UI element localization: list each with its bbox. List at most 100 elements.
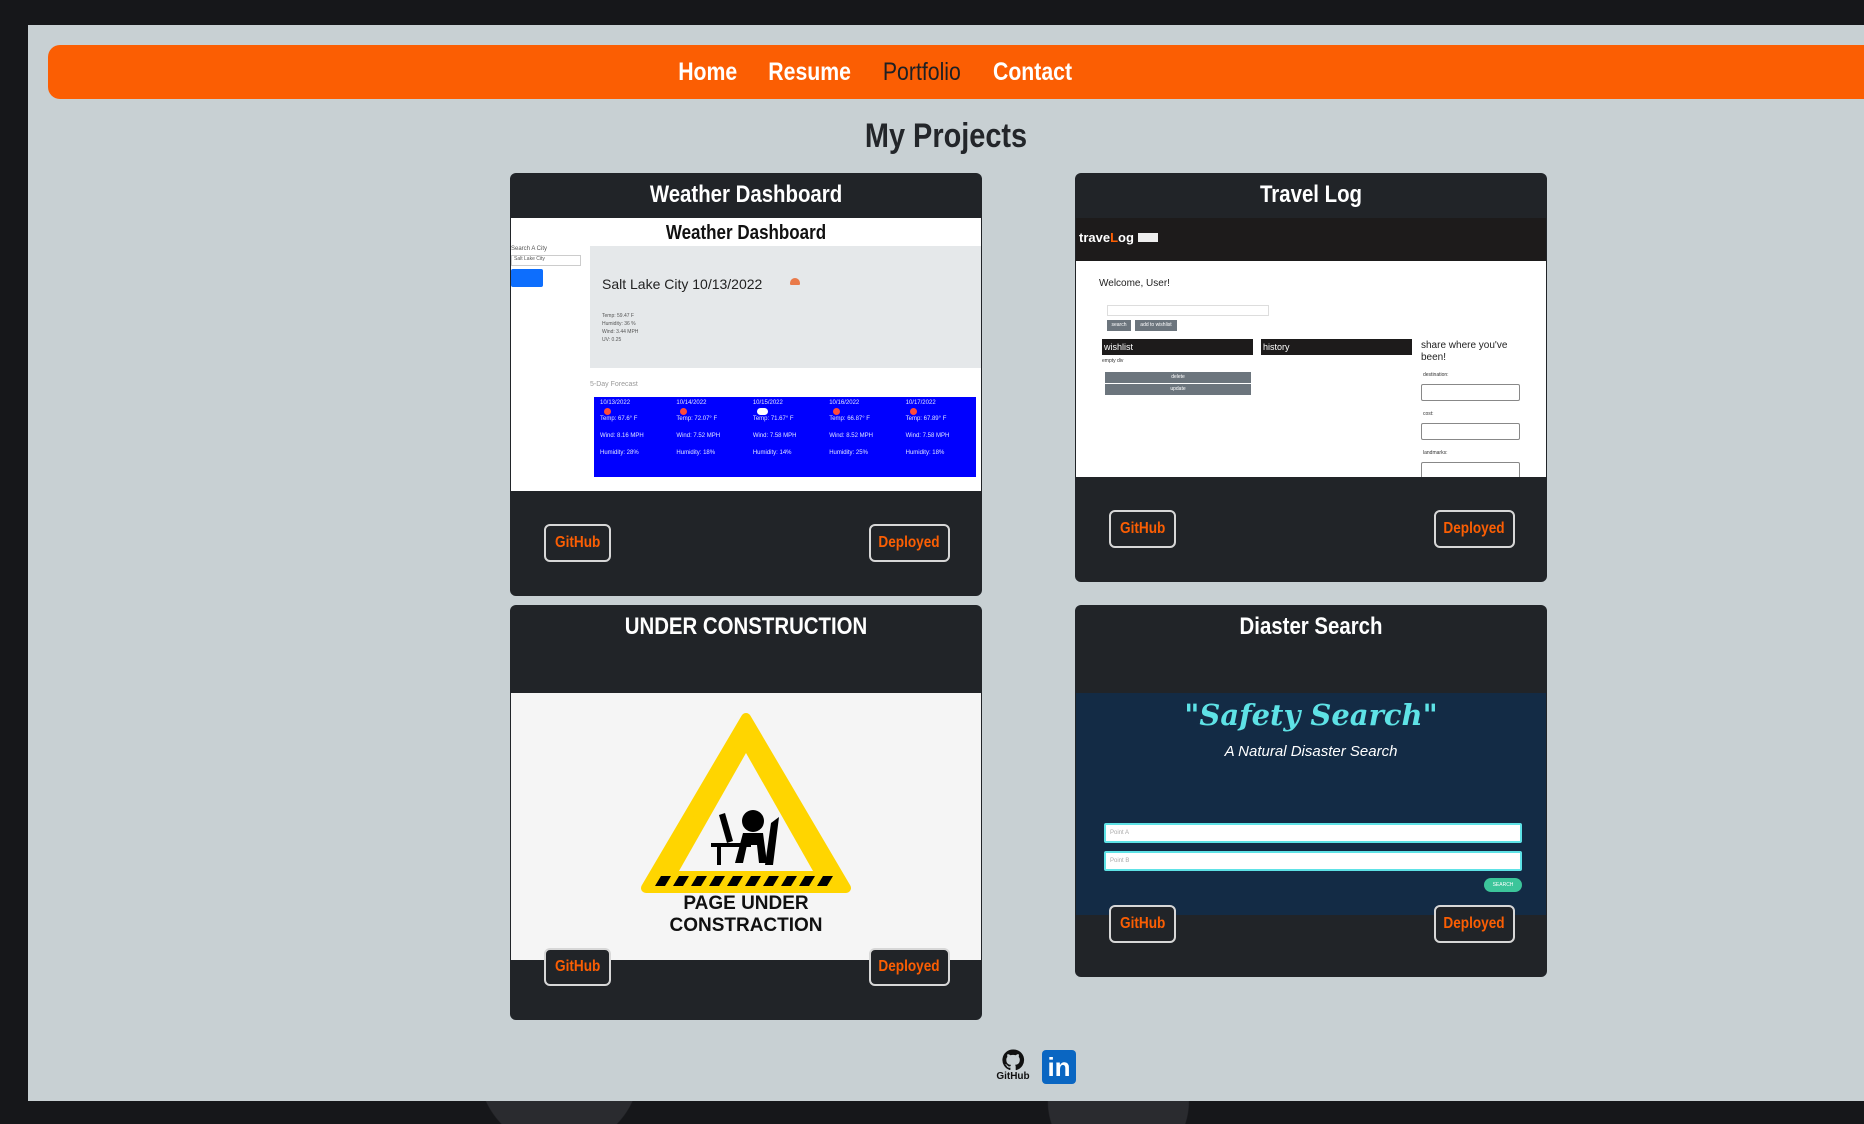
forecast-date: 10/15/2022 [752, 400, 783, 406]
preview-detail: Temp: 59.47 F [602, 313, 634, 319]
navbar: Home Resume Portfolio Contact [48, 45, 1864, 99]
page-title: My Projects [864, 117, 1028, 155]
forecast-temp: Temp: 67.6° F [600, 416, 638, 422]
preview-navbar: traveLog [1076, 218, 1546, 261]
deployed-button[interactable]: Deployed [1434, 905, 1515, 943]
preview-wishlist-button: add to wishlist [1135, 320, 1177, 331]
deployed-button[interactable]: Deployed [1434, 510, 1515, 548]
github-button-label: GitHub [554, 958, 601, 975]
forecast-day: 10/17/2022 Temp: 67.89° F Wind: 7.58 MPH… [900, 397, 976, 477]
preview-point-a-input: Point A [1104, 823, 1522, 843]
github-button[interactable]: GitHub [544, 948, 611, 986]
forecast-temp: Temp: 66.87° F [829, 416, 870, 422]
forecast-humidity: Humidity: 18% [676, 450, 716, 456]
preview-search-button [511, 269, 543, 287]
forecast-day: 10/15/2022 Temp: 71.67° F Wind: 7.58 MPH… [747, 397, 823, 477]
github-button-label: GitHub [554, 534, 601, 551]
forecast-temp: Temp: 71.67° F [752, 416, 794, 422]
preview-details: Temp: 59.47 F Humidity: 36 % Wind: 3.44 … [602, 312, 638, 344]
forecast-humidity: Humidity: 28% [600, 450, 639, 456]
project-card-travel-log: Travel Log traveLog Welcome, User! searc… [1075, 173, 1547, 582]
logo-text: og [1118, 230, 1134, 245]
github-button[interactable]: GitHub [1109, 510, 1176, 548]
linkedin-icon[interactable]: in [1042, 1050, 1076, 1084]
preview-search-input [1107, 305, 1269, 316]
github-button[interactable]: GitHub [544, 524, 611, 562]
project-preview-image[interactable]: Weather Dashboard Search A City Salt Lak… [511, 218, 981, 491]
forecast-day: 10/16/2022 Temp: 66.87° F Wind: 8.52 MPH… [823, 397, 899, 477]
forecast-date: 10/13/2022 [600, 400, 631, 406]
weather-icon [790, 278, 800, 285]
forecast-wind: Wind: 7.58 MPH [905, 433, 950, 439]
deployed-button[interactable]: Deployed [869, 524, 950, 562]
preview-point-b-input: Point B [1104, 851, 1522, 871]
under-construction-text: PAGE UNDER CONSTRACTION [511, 893, 981, 937]
project-title: Travel Log [1259, 181, 1363, 208]
preview-label: cost: [1423, 411, 1434, 417]
project-card-disaster-search: Diaster Search "Safety Search" A Natural… [1075, 605, 1547, 977]
under-construction-line: PAGE UNDER [683, 893, 809, 914]
deployed-button-label: Deployed [1443, 520, 1506, 537]
project-title: Diaster Search [1239, 613, 1383, 640]
nav-contact-link[interactable]: Contact [993, 58, 1072, 87]
preview-label: landmarks: [1423, 450, 1448, 456]
preview-forecast: 10/13/2022 Temp: 67.6° F Wind: 8.16 MPH … [594, 397, 976, 477]
github-link[interactable]: GitHub [994, 1048, 1032, 1086]
forecast-temp: Temp: 67.89° F [905, 416, 947, 422]
project-card-weather: Weather Dashboard Weather Dashboard Sear… [510, 173, 982, 596]
travel-log-logo: traveLog [1079, 230, 1134, 245]
github-icon [1002, 1049, 1025, 1071]
project-preview-image[interactable]: PAGE UNDER CONSTRACTION [511, 693, 981, 960]
logo-text: trave [1079, 230, 1111, 245]
preview-detail: Humidity: 36 % [602, 321, 636, 327]
preview-empty-text: empty div [1102, 358, 1124, 364]
forecast-date: 10/16/2022 [829, 400, 860, 406]
project-title: UNDER CONSTRUCTION [624, 613, 868, 640]
preview-input [1421, 423, 1520, 440]
logo-text: L [1110, 230, 1119, 245]
preview-update-button: update [1105, 384, 1251, 395]
deployed-button-label: Deployed [878, 534, 941, 551]
deployed-button-label: Deployed [878, 958, 941, 975]
nav-home-link[interactable]: Home [678, 58, 737, 87]
preview-input [1421, 462, 1520, 477]
project-card-under-construction: UNDER CONSTRUCTION PAGE UNDER CONSTRACTI… [510, 605, 982, 1020]
deployed-button[interactable]: Deployed [869, 948, 950, 986]
forecast-date: 10/14/2022 [676, 400, 707, 406]
preview-search-button: SEARCH [1484, 878, 1522, 892]
preview-current-weather: Salt Lake City 10/13/2022 Temp: 59.47 F … [590, 246, 981, 368]
forecast-temp: Temp: 72.07° F [676, 416, 718, 422]
preview-detail: UV: 0.25 [602, 337, 622, 343]
nav-portfolio-link[interactable]: Portfolio [883, 58, 961, 87]
forecast-humidity: Humidity: 14% [752, 450, 792, 456]
forecast-wind: Wind: 8.16 MPH [600, 433, 644, 439]
preview-welcome: Welcome, User! [1099, 278, 1170, 289]
preview-search-panel: Search A City Salt Lake City [511, 246, 581, 287]
preview-forecast-label: 5-Day Forecast [590, 381, 638, 388]
preview-search-button: search [1107, 320, 1131, 331]
github-button[interactable]: GitHub [1109, 905, 1176, 943]
under-construction-line: CONSTRACTION [669, 915, 823, 936]
forecast-day: 10/13/2022 Temp: 67.6° F Wind: 8.16 MPH … [594, 397, 670, 477]
project-preview-image[interactable]: traveLog Welcome, User! search add to wi… [1076, 218, 1546, 477]
preview-history-header: history [1261, 339, 1412, 355]
project-preview-image[interactable]: "Safety Search" A Natural Disaster Searc… [1076, 693, 1546, 915]
forecast-humidity: Humidity: 25% [829, 450, 868, 456]
deployed-button-label: Deployed [1443, 915, 1506, 932]
footer-social-links: GitHub in [994, 1048, 1076, 1086]
preview-heading: Weather Dashboard [665, 222, 827, 244]
preview-share-heading: share where you've been! [1421, 340, 1508, 363]
preview-title: "Safety Search" [1184, 698, 1438, 732]
github-button-label: GitHub [1119, 915, 1166, 932]
project-title: Weather Dashboard [649, 181, 843, 208]
forecast-date: 10/17/2022 [905, 400, 936, 406]
preview-wishlist-header: wishlist [1102, 339, 1253, 355]
preview-search-label: Search A City [511, 246, 548, 252]
preview-city-date: Salt Lake City 10/13/2022 [602, 276, 763, 292]
github-button-label: GitHub [1119, 520, 1166, 537]
forecast-day: 10/14/2022 Temp: 72.07° F Wind: 7.52 MPH… [670, 397, 746, 477]
nav-resume-link[interactable]: Resume [768, 58, 851, 87]
preview-input [1421, 384, 1520, 401]
preview-delete-button: delete [1105, 372, 1251, 383]
preview-search-input: Salt Lake City [511, 255, 581, 266]
